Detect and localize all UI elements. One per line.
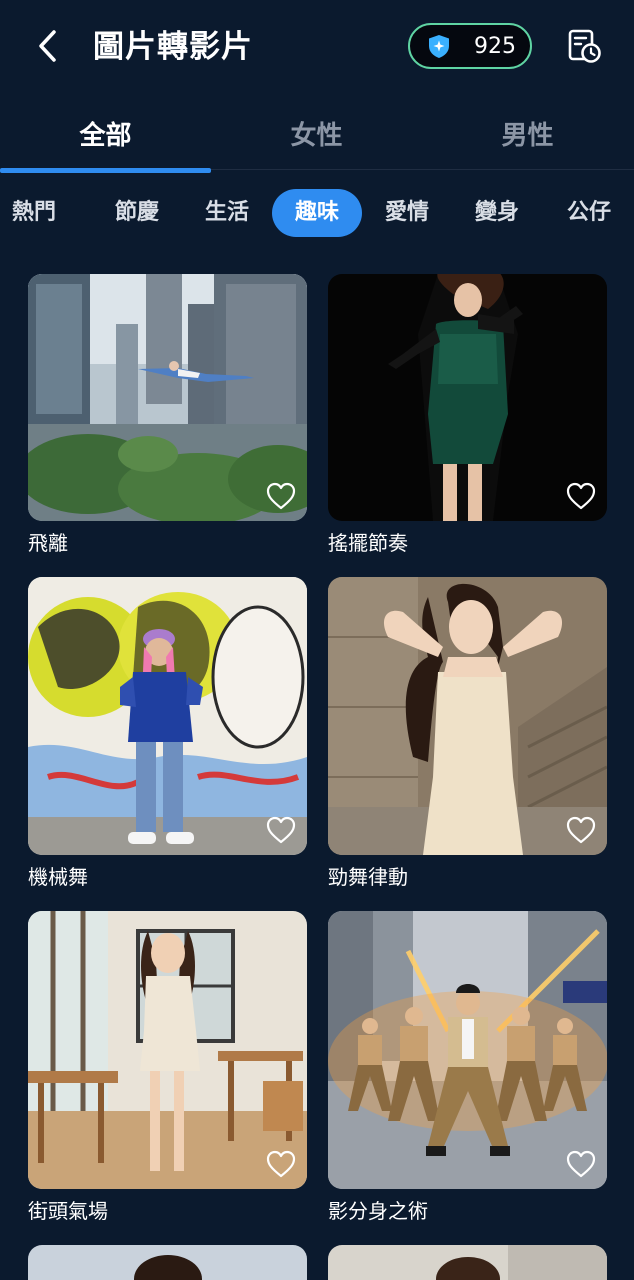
template-thumbnail[interactable]: [28, 274, 307, 521]
template-title: 搖擺節奏: [328, 531, 408, 555]
cafe-dancer-image: [28, 911, 307, 1189]
tab-male[interactable]: 男性: [422, 100, 633, 166]
category-figurine[interactable]: 公仔: [548, 189, 630, 237]
template-thumbnail[interactable]: [328, 577, 607, 855]
gender-tabs: 全部 女性 男性: [0, 100, 634, 174]
favorite-heart-icon[interactable]: [565, 815, 597, 845]
template-card[interactable]: [328, 1245, 607, 1280]
template-title: 飛離: [28, 531, 68, 555]
category-hot[interactable]: 熱門: [0, 189, 76, 237]
template-card[interactable]: 勁舞律動: [328, 577, 607, 889]
template-title: 影分身之術: [328, 1199, 428, 1223]
category-transform[interactable]: 變身: [456, 189, 538, 237]
category-bar[interactable]: 熱門 節慶 生活 趣味 愛情 變身 公仔: [0, 186, 634, 240]
clone-dancers-image: [328, 911, 607, 1189]
template-title: 街頭氣場: [28, 1199, 108, 1223]
next-template-image: [28, 1245, 307, 1280]
favorite-heart-icon[interactable]: [265, 481, 297, 511]
back-button[interactable]: [28, 26, 68, 66]
woman-cream-dress-image: [328, 577, 607, 855]
template-card[interactable]: 影分身之術: [328, 911, 607, 1223]
credits-badge[interactable]: 925: [408, 23, 532, 69]
page-title: 圖片轉影片: [93, 29, 253, 65]
template-thumbnail[interactable]: [328, 274, 607, 521]
shield-star-icon: [429, 35, 449, 58]
category-festival[interactable]: 節慶: [96, 189, 178, 237]
template-card[interactable]: 機械舞: [28, 577, 307, 889]
template-thumbnail[interactable]: [28, 1245, 307, 1280]
graffiti-dancer-image: [28, 577, 307, 855]
favorite-heart-icon[interactable]: [265, 1149, 297, 1179]
template-card[interactable]: 飛離: [28, 274, 307, 555]
template-card[interactable]: [28, 1245, 307, 1280]
template-thumbnail[interactable]: [328, 1245, 607, 1280]
favorite-heart-icon[interactable]: [565, 481, 597, 511]
favorite-heart-icon[interactable]: [565, 1149, 597, 1179]
history-icon: [568, 29, 601, 63]
template-card[interactable]: 街頭氣場: [28, 911, 307, 1223]
template-thumbnail[interactable]: [28, 577, 307, 855]
header: 圖片轉影片 925: [0, 0, 634, 94]
history-button[interactable]: [564, 26, 604, 66]
tab-all[interactable]: 全部: [0, 100, 211, 166]
category-love[interactable]: 愛情: [366, 189, 448, 237]
category-life[interactable]: 生活: [186, 189, 268, 237]
template-title: 機械舞: [28, 865, 88, 889]
next-template-image: [328, 1245, 607, 1280]
active-tab-indicator: [0, 168, 211, 173]
tab-female[interactable]: 女性: [211, 100, 422, 166]
template-thumbnail[interactable]: [328, 911, 607, 1189]
credits-count: 925: [474, 34, 516, 59]
template-title: 勁舞律動: [328, 865, 408, 889]
favorite-heart-icon[interactable]: [265, 815, 297, 845]
chevron-left-icon: [39, 30, 56, 62]
template-card[interactable]: 搖擺節奏: [328, 274, 607, 555]
category-fun[interactable]: 趣味: [272, 189, 362, 237]
template-thumbnail[interactable]: [28, 911, 307, 1189]
